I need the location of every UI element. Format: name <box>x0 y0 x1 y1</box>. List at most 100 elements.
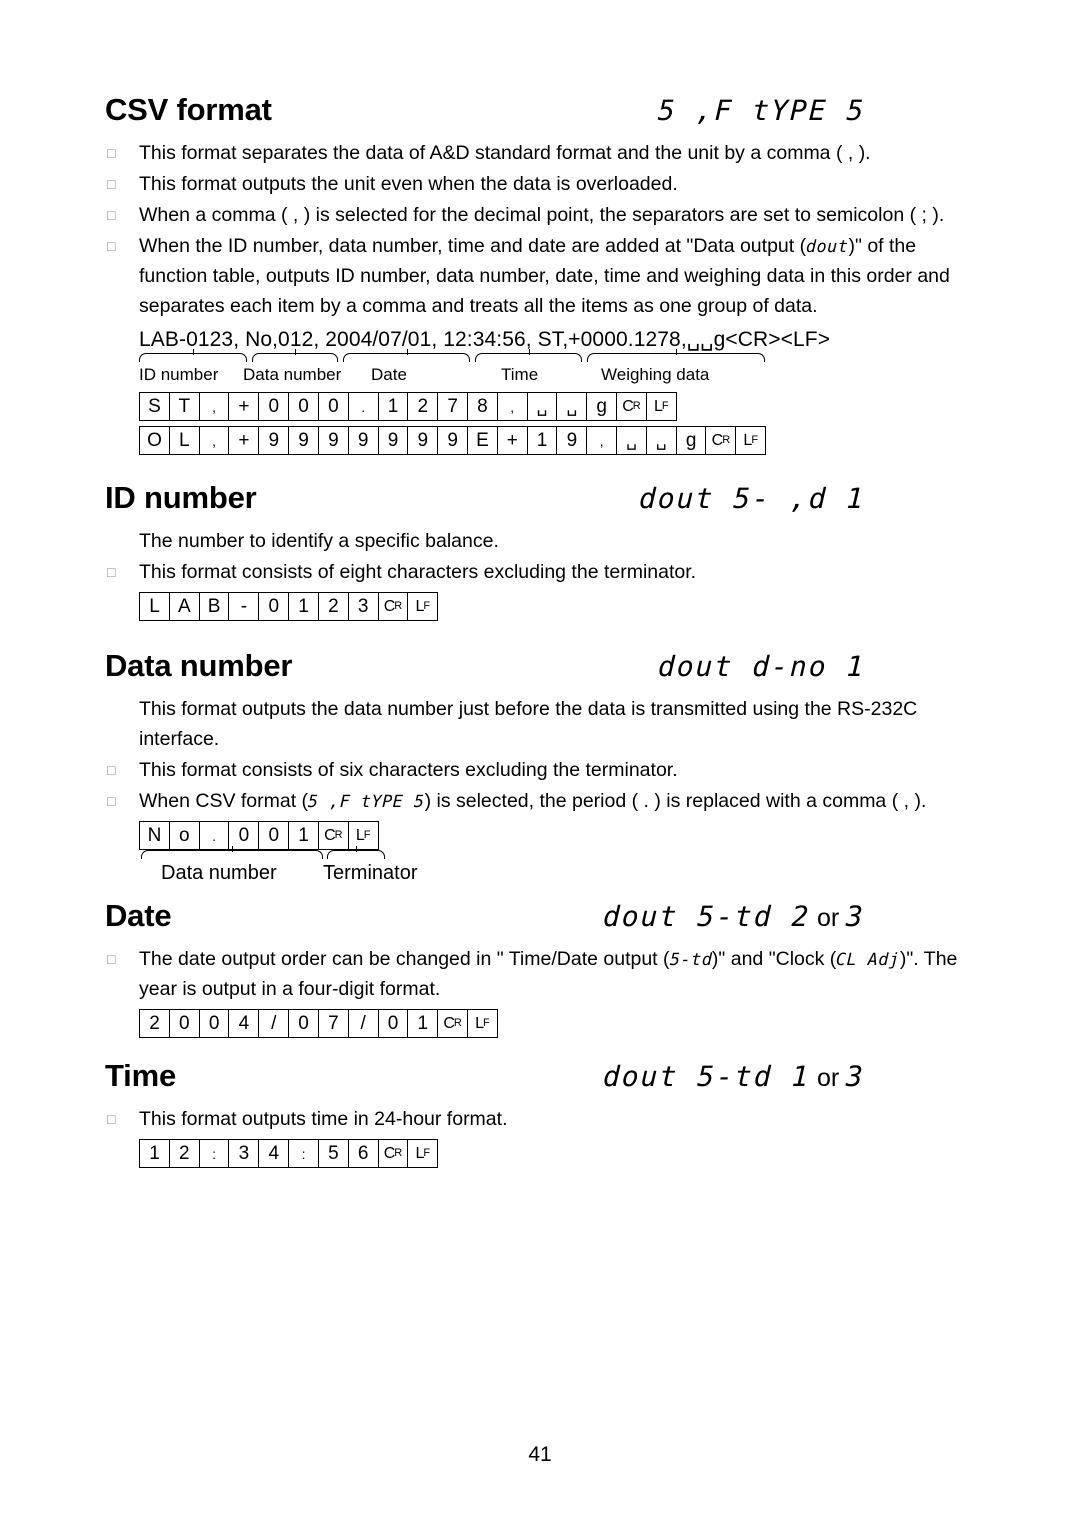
character-cell-row: S T, +0 0 0. 1 2 7 8, ␣ ␣ g C R L F <box>139 392 985 421</box>
cell-char: + <box>228 426 260 455</box>
cell-char: 8 <box>466 392 498 421</box>
cell-char: 3 <box>347 592 379 621</box>
cell-char: 0 <box>258 592 290 621</box>
bullet-icon: □ <box>107 176 116 192</box>
text-prefix: When CSV format ( <box>139 790 309 812</box>
bullet-list-id-number: □ The number to identify a specific bala… <box>105 526 985 587</box>
cell-char: 0 <box>198 1009 230 1038</box>
inline-code-csv: 5 ,F tYPE 5 <box>307 791 425 811</box>
cell-char: o <box>168 821 200 850</box>
cell-char: 1 <box>526 426 558 455</box>
cell-char: 0 <box>377 1009 409 1038</box>
section-csv-format: CSV format 5 ,F tYPE 5 □ This format sep… <box>105 92 985 455</box>
list-item-text: When a comma ( , ) is selected for the d… <box>139 204 945 226</box>
section-title: ID number <box>105 480 257 515</box>
list-item-text: This format outputs time in 24-hour form… <box>139 1108 508 1130</box>
list-item: □ This format consists of eight characte… <box>105 557 985 587</box>
bullet-list-date: □ The date output order can be changed i… <box>105 944 985 1004</box>
cell-char: + <box>228 392 260 421</box>
cell-char: 2 <box>317 592 349 621</box>
cell-char: 1 <box>407 1009 439 1038</box>
list-item: □ When CSV format (5 ,F tYPE 5) is selec… <box>105 786 985 816</box>
cell-char: g <box>675 426 707 455</box>
section-code-date-tail: 3 <box>845 900 866 933</box>
list-item: □ When a comma ( , ) is selected for the… <box>105 200 985 230</box>
section-header: Time dout 5-td 1 or 3 <box>105 1058 985 1102</box>
cell-char: L <box>168 426 200 455</box>
brace-label-row: Data number Terminator <box>139 846 985 890</box>
cell-char: 9 <box>377 426 409 455</box>
cell-char: 9 <box>437 426 469 455</box>
cell-lf: LF <box>645 392 677 421</box>
list-item-text: This format outputs the unit even when t… <box>139 173 678 195</box>
cell-char: S <box>139 392 170 421</box>
section-code-time: dout 5-td 1 or 3 <box>601 1060 866 1093</box>
text-suffix: )". <box>899 948 919 970</box>
inline-code-s-td: 5-td <box>669 949 713 969</box>
bullet-list-csv: □ This format separates the data of A&D … <box>105 138 985 321</box>
section-code-time-tail: 3 <box>845 1060 866 1093</box>
cell-char: A <box>168 592 200 621</box>
text-prefix: When the ID number, data number, time an… <box>139 235 807 257</box>
cell-lf: LF <box>407 1139 439 1168</box>
cell-char: 4 <box>228 1009 260 1038</box>
cell-char: 7 <box>317 1009 349 1038</box>
text-prefix: The date output order can be changed in … <box>139 948 670 970</box>
list-item-text: The date output order can be changed in … <box>139 944 985 1004</box>
list-item-text: This format consists of eight characters… <box>139 561 697 583</box>
brace-data-number <box>252 349 338 362</box>
character-cell-row: No.001CRLF <box>139 821 985 850</box>
bullet-icon: □ <box>107 793 116 809</box>
brace-label-id-number: ID number <box>139 365 219 384</box>
section-header: ID number dout 5- ,d 1 <box>105 480 985 524</box>
cell-char: g <box>586 392 618 421</box>
character-cell-row: O L, +9 9 9 9 9 9 9 E +1 9, ␣ ␣ g C R L F <box>139 426 985 455</box>
cell-cr: CR <box>377 1139 409 1168</box>
cell-char: / <box>258 1009 290 1038</box>
sample-output-line: LAB-0123, No,012, 2004/07/01, 12:34:56, … <box>139 328 831 351</box>
bullet-icon: □ <box>107 145 116 161</box>
cell-char: 1 <box>288 821 320 850</box>
cell-char: , <box>586 426 618 455</box>
cell-char: , <box>198 392 230 421</box>
cell-char: . <box>198 821 230 850</box>
list-item-text: This format separates the data of A&D st… <box>139 142 871 164</box>
brace-label-time: Time <box>501 365 539 384</box>
cell-lf: LF <box>347 821 379 850</box>
cell-space: ␣ <box>526 392 558 421</box>
section-code-time-main: dout 5-td 1 <box>601 1060 811 1093</box>
cell-char: 5 <box>317 1139 349 1168</box>
cell-char: / <box>347 1009 379 1038</box>
bullet-icon: □ <box>107 951 116 967</box>
cell-char: L <box>139 592 170 621</box>
cell-char: - <box>228 592 260 621</box>
cell-char: E <box>466 426 498 455</box>
brace-label-data-number: Data number <box>243 365 342 384</box>
page-title: CSV format <box>105 92 272 127</box>
list-item-text: When CSV format (5 ,F tYPE 5) is selecte… <box>139 786 985 816</box>
brace-label-data-number: Data number <box>161 862 277 884</box>
character-cell-row: 2 0 0 4/0 7/0 1 C R L F <box>139 1009 985 1038</box>
document-page: CSV format 5 ,F tYPE 5 □ This format sep… <box>0 0 1080 1527</box>
cell-char: 0 <box>317 392 349 421</box>
section-data-number: Data number dout d-no 1 □ This format ou… <box>105 648 985 890</box>
cell-char: . <box>347 392 379 421</box>
list-item: □ This format consists of six characters… <box>105 755 985 785</box>
cell-char: 9 <box>407 426 439 455</box>
page-number: 41 <box>528 1443 552 1466</box>
inline-code-cl-adj: CL Adj <box>835 949 901 969</box>
list-item-text: When the ID number, data number, time an… <box>139 231 985 321</box>
bullet-icon: □ <box>107 238 116 254</box>
cell-char: T <box>168 392 200 421</box>
list-item-text: This format consists of six characters e… <box>139 759 678 781</box>
character-cell-row: LAB-0123CRLF <box>139 592 985 621</box>
brace-data-number <box>141 846 323 859</box>
cell-char: , <box>198 426 230 455</box>
section-code-date: dout 5-td 2 or 3 <box>602 900 866 933</box>
cell-char: 6 <box>347 1139 379 1168</box>
section-code-csv: 5 ,F tYPE 5 <box>656 94 866 127</box>
cell-char: + <box>496 426 528 455</box>
bullet-list-data-number: □ This format outputs the data number ju… <box>105 694 985 816</box>
cell-char: B <box>198 592 230 621</box>
cell-char: 0 <box>288 1009 320 1038</box>
